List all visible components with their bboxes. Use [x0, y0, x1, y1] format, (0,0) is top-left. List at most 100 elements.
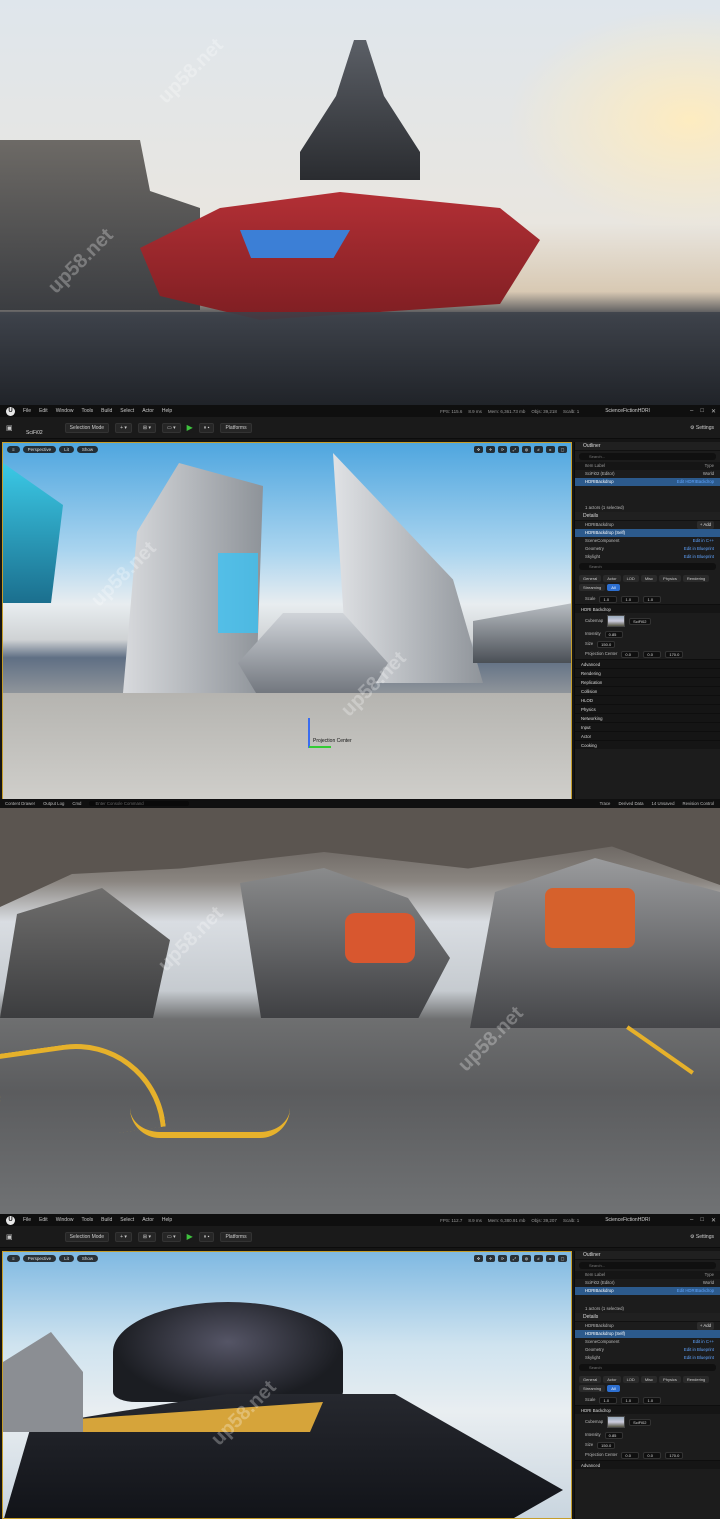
component-row[interactable]: Skylight Edit in Blueprint: [575, 553, 720, 561]
component-link[interactable]: Edit in Blueprint: [684, 545, 714, 553]
scale-x-input[interactable]: 1.0: [599, 1396, 618, 1404]
scale-z-input[interactable]: 1.0: [643, 595, 662, 603]
component-link[interactable]: Edit in C++: [693, 537, 714, 545]
details-search-input[interactable]: Search: [579, 1364, 716, 1371]
add-component-button[interactable]: + Add: [696, 521, 714, 529]
camera-speed-icon[interactable]: ▸: [546, 1255, 555, 1262]
size-input[interactable]: 150.0: [597, 1441, 616, 1449]
settings-button[interactable]: ⚙ Settings: [690, 1234, 714, 1240]
outliner-row-selected[interactable]: HDRIBackdrop Edit HDRIBackdrop: [575, 478, 720, 486]
menu-edit[interactable]: Edit: [39, 1217, 48, 1223]
outliner-search-input[interactable]: Search...: [579, 453, 716, 460]
scale-tool-icon[interactable]: ⤢: [510, 446, 519, 453]
category-replication[interactable]: Replication: [575, 677, 720, 686]
component-row[interactable]: Skylight Edit in Blueprint: [575, 1354, 720, 1362]
close-icon[interactable]: ✕: [711, 408, 716, 415]
console-command-input[interactable]: Enter Console Command: [89, 801, 190, 806]
menu-tools[interactable]: Tools: [81, 1217, 93, 1223]
cinematics-button[interactable]: ▭ ▾: [162, 422, 181, 433]
tab-streaming[interactable]: Streaming: [579, 1385, 606, 1392]
blueprint-button[interactable]: ⊞ ▾: [137, 422, 157, 433]
intensity-input[interactable]: 0.85: [604, 630, 623, 638]
outliner-row-type[interactable]: Edit HDRIBackdrop: [677, 478, 714, 486]
component-link[interactable]: Edit in Blueprint: [684, 1346, 714, 1354]
level-viewport[interactable]: ≡ Perspective Lit Show ✥ ✛ ⟳ ⤢ ◍ # ▸ ▢ u…: [2, 1251, 572, 1519]
outliner-search-input[interactable]: Search...: [579, 1262, 716, 1269]
output-log-button[interactable]: Output Log: [43, 801, 64, 806]
save-icon[interactable]: ▣: [6, 1233, 13, 1241]
category-collision[interactable]: Collision: [575, 686, 720, 695]
scale-tool-icon[interactable]: ⤢: [510, 1255, 519, 1262]
tab-actor[interactable]: Actor: [603, 1376, 621, 1383]
cinematics-button[interactable]: ▭ ▾: [162, 1231, 181, 1242]
lit-button[interactable]: Lit: [59, 446, 74, 453]
category-cooking[interactable]: Cooking: [575, 740, 720, 749]
revision-control-button[interactable]: Revision Control: [682, 801, 714, 806]
world-local-icon[interactable]: ◍: [522, 1255, 531, 1262]
menu-tools[interactable]: Tools: [81, 408, 93, 414]
maximize-icon[interactable]: □: [700, 408, 704, 415]
grid-snap-icon[interactable]: #: [534, 446, 543, 453]
menu-actor[interactable]: Actor: [142, 408, 154, 414]
scale-z-input[interactable]: 1.0: [643, 1396, 662, 1404]
scale-x-input[interactable]: 1.0: [599, 595, 618, 603]
component-row[interactable]: SceneComponent Edit in C++: [575, 537, 720, 545]
tab-all[interactable]: All: [607, 584, 620, 591]
perspective-button[interactable]: Perspective: [22, 446, 57, 453]
category-physics[interactable]: Physics: [575, 704, 720, 713]
tab-actor[interactable]: Actor: [603, 575, 621, 582]
menu-help[interactable]: Help: [162, 408, 172, 414]
tab-physics[interactable]: Physics: [659, 575, 681, 582]
col-type[interactable]: Type: [705, 1271, 714, 1279]
maximize-icon[interactable]: □: [700, 1217, 704, 1224]
proj-z-input[interactable]: 170.0: [665, 650, 684, 658]
add-component-button[interactable]: + Add: [696, 1322, 714, 1330]
tab-misc[interactable]: Misc: [640, 575, 658, 582]
component-row[interactable]: SceneComponent Edit in C++: [575, 1338, 720, 1346]
level-tab[interactable]: SciFi02: [26, 430, 43, 436]
tab-rendering[interactable]: Rendering: [682, 575, 710, 582]
lit-button[interactable]: Lit: [59, 1255, 74, 1262]
cubemap-thumbnail[interactable]: [607, 1416, 626, 1428]
category-advanced[interactable]: Advanced: [575, 1460, 720, 1469]
tab-general[interactable]: General: [579, 575, 602, 582]
platforms-dropdown[interactable]: Platforms: [220, 1231, 252, 1242]
menu-help[interactable]: Help: [162, 1217, 172, 1223]
move-tool-icon[interactable]: ✛: [486, 1255, 495, 1262]
tab-streaming[interactable]: Streaming: [579, 584, 606, 591]
world-local-icon[interactable]: ◍: [522, 446, 531, 453]
col-type[interactable]: Type: [705, 462, 714, 470]
maximize-viewport-icon[interactable]: ▢: [558, 446, 567, 453]
tab-lod[interactable]: LOD: [622, 575, 639, 582]
save-icon[interactable]: ▣: [6, 424, 13, 432]
scale-y-input[interactable]: 1.0: [621, 1396, 640, 1404]
cubemap-dropdown[interactable]: SciFi02: [629, 617, 651, 625]
proj-x-input[interactable]: 0.0: [621, 650, 640, 658]
category-actor[interactable]: Actor: [575, 731, 720, 740]
minimize-icon[interactable]: –: [690, 408, 693, 415]
unreal-logo-icon[interactable]: U: [6, 406, 15, 416]
tab-lod[interactable]: LOD: [622, 1376, 639, 1383]
select-tool-icon[interactable]: ✥: [474, 1255, 483, 1262]
outliner-row[interactable]: SciFi02 (Editor) World: [575, 470, 720, 478]
add-actor-button[interactable]: + ▾: [115, 422, 132, 433]
details-search-input[interactable]: Search: [579, 563, 716, 570]
proj-y-input[interactable]: 0.0: [643, 650, 662, 658]
size-input[interactable]: 150.0: [597, 640, 616, 648]
component-link[interactable]: Edit in Blueprint: [684, 1354, 714, 1362]
menu-edit[interactable]: Edit: [39, 408, 48, 414]
grid-snap-icon[interactable]: #: [534, 1255, 543, 1262]
category-advanced[interactable]: Advanced: [575, 659, 720, 668]
selection-mode-dropdown[interactable]: Selection Mode: [64, 1231, 110, 1242]
move-tool-icon[interactable]: ✛: [486, 446, 495, 453]
menu-window[interactable]: Window: [56, 408, 74, 414]
menu-file[interactable]: File: [23, 1217, 31, 1223]
show-button[interactable]: Show: [76, 1255, 99, 1262]
rotate-tool-icon[interactable]: ⟳: [498, 446, 507, 453]
transform-gizmo[interactable]: [308, 718, 310, 748]
trace-button[interactable]: Trace: [600, 801, 611, 806]
menu-select[interactable]: Select: [120, 1217, 134, 1223]
cmd-dropdown[interactable]: Cmd: [72, 801, 81, 806]
platforms-dropdown[interactable]: Platforms: [220, 422, 252, 433]
add-actor-button[interactable]: + ▾: [115, 1231, 132, 1242]
